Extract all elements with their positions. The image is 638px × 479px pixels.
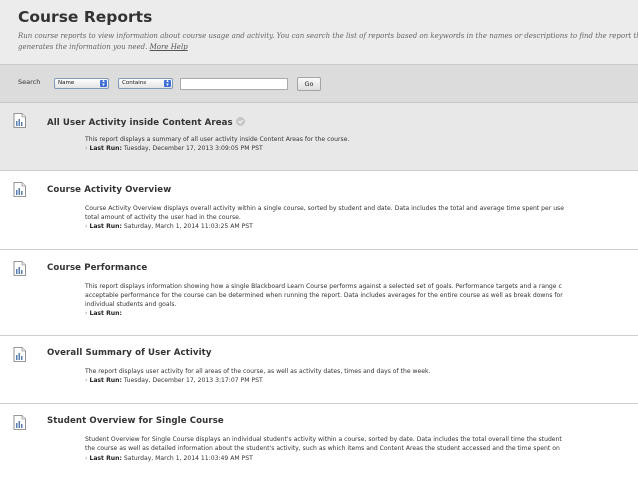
report-title-link[interactable]: Course Performance	[47, 263, 147, 273]
report-row: Course Performance This report displays …	[0, 250, 638, 336]
last-run-value: Saturday, March 1, 2014 11:03:49 AM PST	[123, 455, 253, 462]
description-line-2: generates the information you need. More…	[18, 42, 638, 53]
course-reports-page: Course Reports Run course reports to vie…	[0, 0, 638, 479]
last-run-label: Last Run:	[89, 377, 122, 384]
last-run-value: Saturday, March 1, 2014 11:03:25 AM PST	[123, 223, 253, 230]
report-description: Student Overview for Single Course displ…	[85, 435, 562, 453]
more-help-link[interactable]: More Help	[150, 43, 188, 51]
description-line-2-text: generates the information you need.	[18, 43, 148, 51]
report-row: Student Overview for Single Course Stude…	[0, 404, 638, 479]
report-document-icon	[13, 415, 26, 430]
report-description: This report displays a summary of all us…	[85, 136, 350, 143]
last-run-value: Tuesday, December 17, 2013 3:17:07 PM PS…	[123, 377, 263, 384]
report-title-link[interactable]: All User Activity inside Content Areas	[47, 117, 245, 128]
report-document-icon	[13, 182, 26, 197]
report-description-line: This report displays information showing…	[85, 283, 562, 290]
report-document-icon	[13, 261, 26, 276]
report-description-line: acceptable performance for the course ca…	[85, 292, 563, 299]
report-description: Course Activity Overview displays overal…	[85, 204, 564, 222]
report-description-line: Course Activity Overview displays overal…	[85, 205, 564, 212]
report-last-run: › Last Run: Tuesday, December 17, 2013 3:…	[85, 144, 263, 153]
search-field-select-value: Name	[58, 80, 75, 86]
search-operator-select-value: Contains	[122, 80, 147, 86]
select-arrows-icon: ▴ ▾	[164, 79, 171, 87]
report-last-run: › Last Run: Saturday, March 1, 2014 11:03…	[85, 222, 253, 231]
report-title-link[interactable]: Overall Summary of User Activity	[47, 348, 212, 358]
report-title-link[interactable]: Student Overview for Single Course	[47, 416, 224, 426]
page-title: Course Reports	[18, 8, 153, 26]
search-input[interactable]	[180, 78, 288, 90]
go-button[interactable]: Go	[297, 77, 321, 91]
report-description-line: Student Overview for Single Course displ…	[85, 436, 562, 443]
select-arrows-icon: ▴ ▾	[100, 79, 107, 87]
report-description-line: total amount of activity the user had in…	[85, 214, 241, 221]
last-run-value: Tuesday, December 17, 2013 3:09:05 PM PS…	[123, 145, 263, 152]
last-run-label: Last Run:	[89, 455, 122, 462]
report-last-run: › Last Run: Saturday, March 1, 2014 11:03…	[85, 454, 253, 463]
last-run-label: Last Run:	[89, 310, 122, 317]
report-description-line: the course as well as detailed informati…	[85, 445, 560, 452]
chevron-right-icon: ›	[85, 145, 88, 152]
report-row: Overall Summary of User Activity The rep…	[0, 336, 638, 404]
report-description-line: individual students and goals.	[85, 301, 177, 308]
report-description: The report displays user activity for al…	[85, 368, 431, 375]
page-header: Course Reports Run course reports to vie…	[0, 0, 638, 65]
description-line-1: Run course reports to view information a…	[18, 32, 638, 40]
report-row: All User Activity inside Content Areas T…	[0, 103, 638, 171]
chevron-right-icon: ›	[85, 310, 88, 317]
chevron-right-icon: ›	[85, 377, 88, 384]
report-options-icon[interactable]	[235, 117, 245, 126]
report-title-link[interactable]: Course Activity Overview	[47, 185, 171, 195]
chevron-right-icon: ›	[85, 223, 88, 230]
chevron-right-icon: ›	[85, 455, 88, 462]
report-row: Course Activity Overview Course Activity…	[0, 171, 638, 250]
report-document-icon	[13, 113, 26, 128]
page-description: Run course reports to view information a…	[18, 31, 638, 53]
report-last-run: › Last Run: Tuesday, December 17, 2013 3:…	[85, 376, 263, 385]
report-last-run: › Last Run:	[85, 309, 122, 318]
report-title-text: All User Activity inside Content Areas	[47, 118, 233, 128]
last-run-label: Last Run:	[89, 223, 122, 230]
report-document-icon	[13, 347, 26, 362]
report-description: This report displays information showing…	[85, 282, 563, 309]
search-operator-select[interactable]: Contains ▴ ▾	[118, 78, 173, 89]
last-run-label: Last Run:	[89, 145, 122, 152]
search-label: Search	[18, 78, 41, 86]
search-field-select[interactable]: Name ▴ ▾	[54, 78, 109, 89]
